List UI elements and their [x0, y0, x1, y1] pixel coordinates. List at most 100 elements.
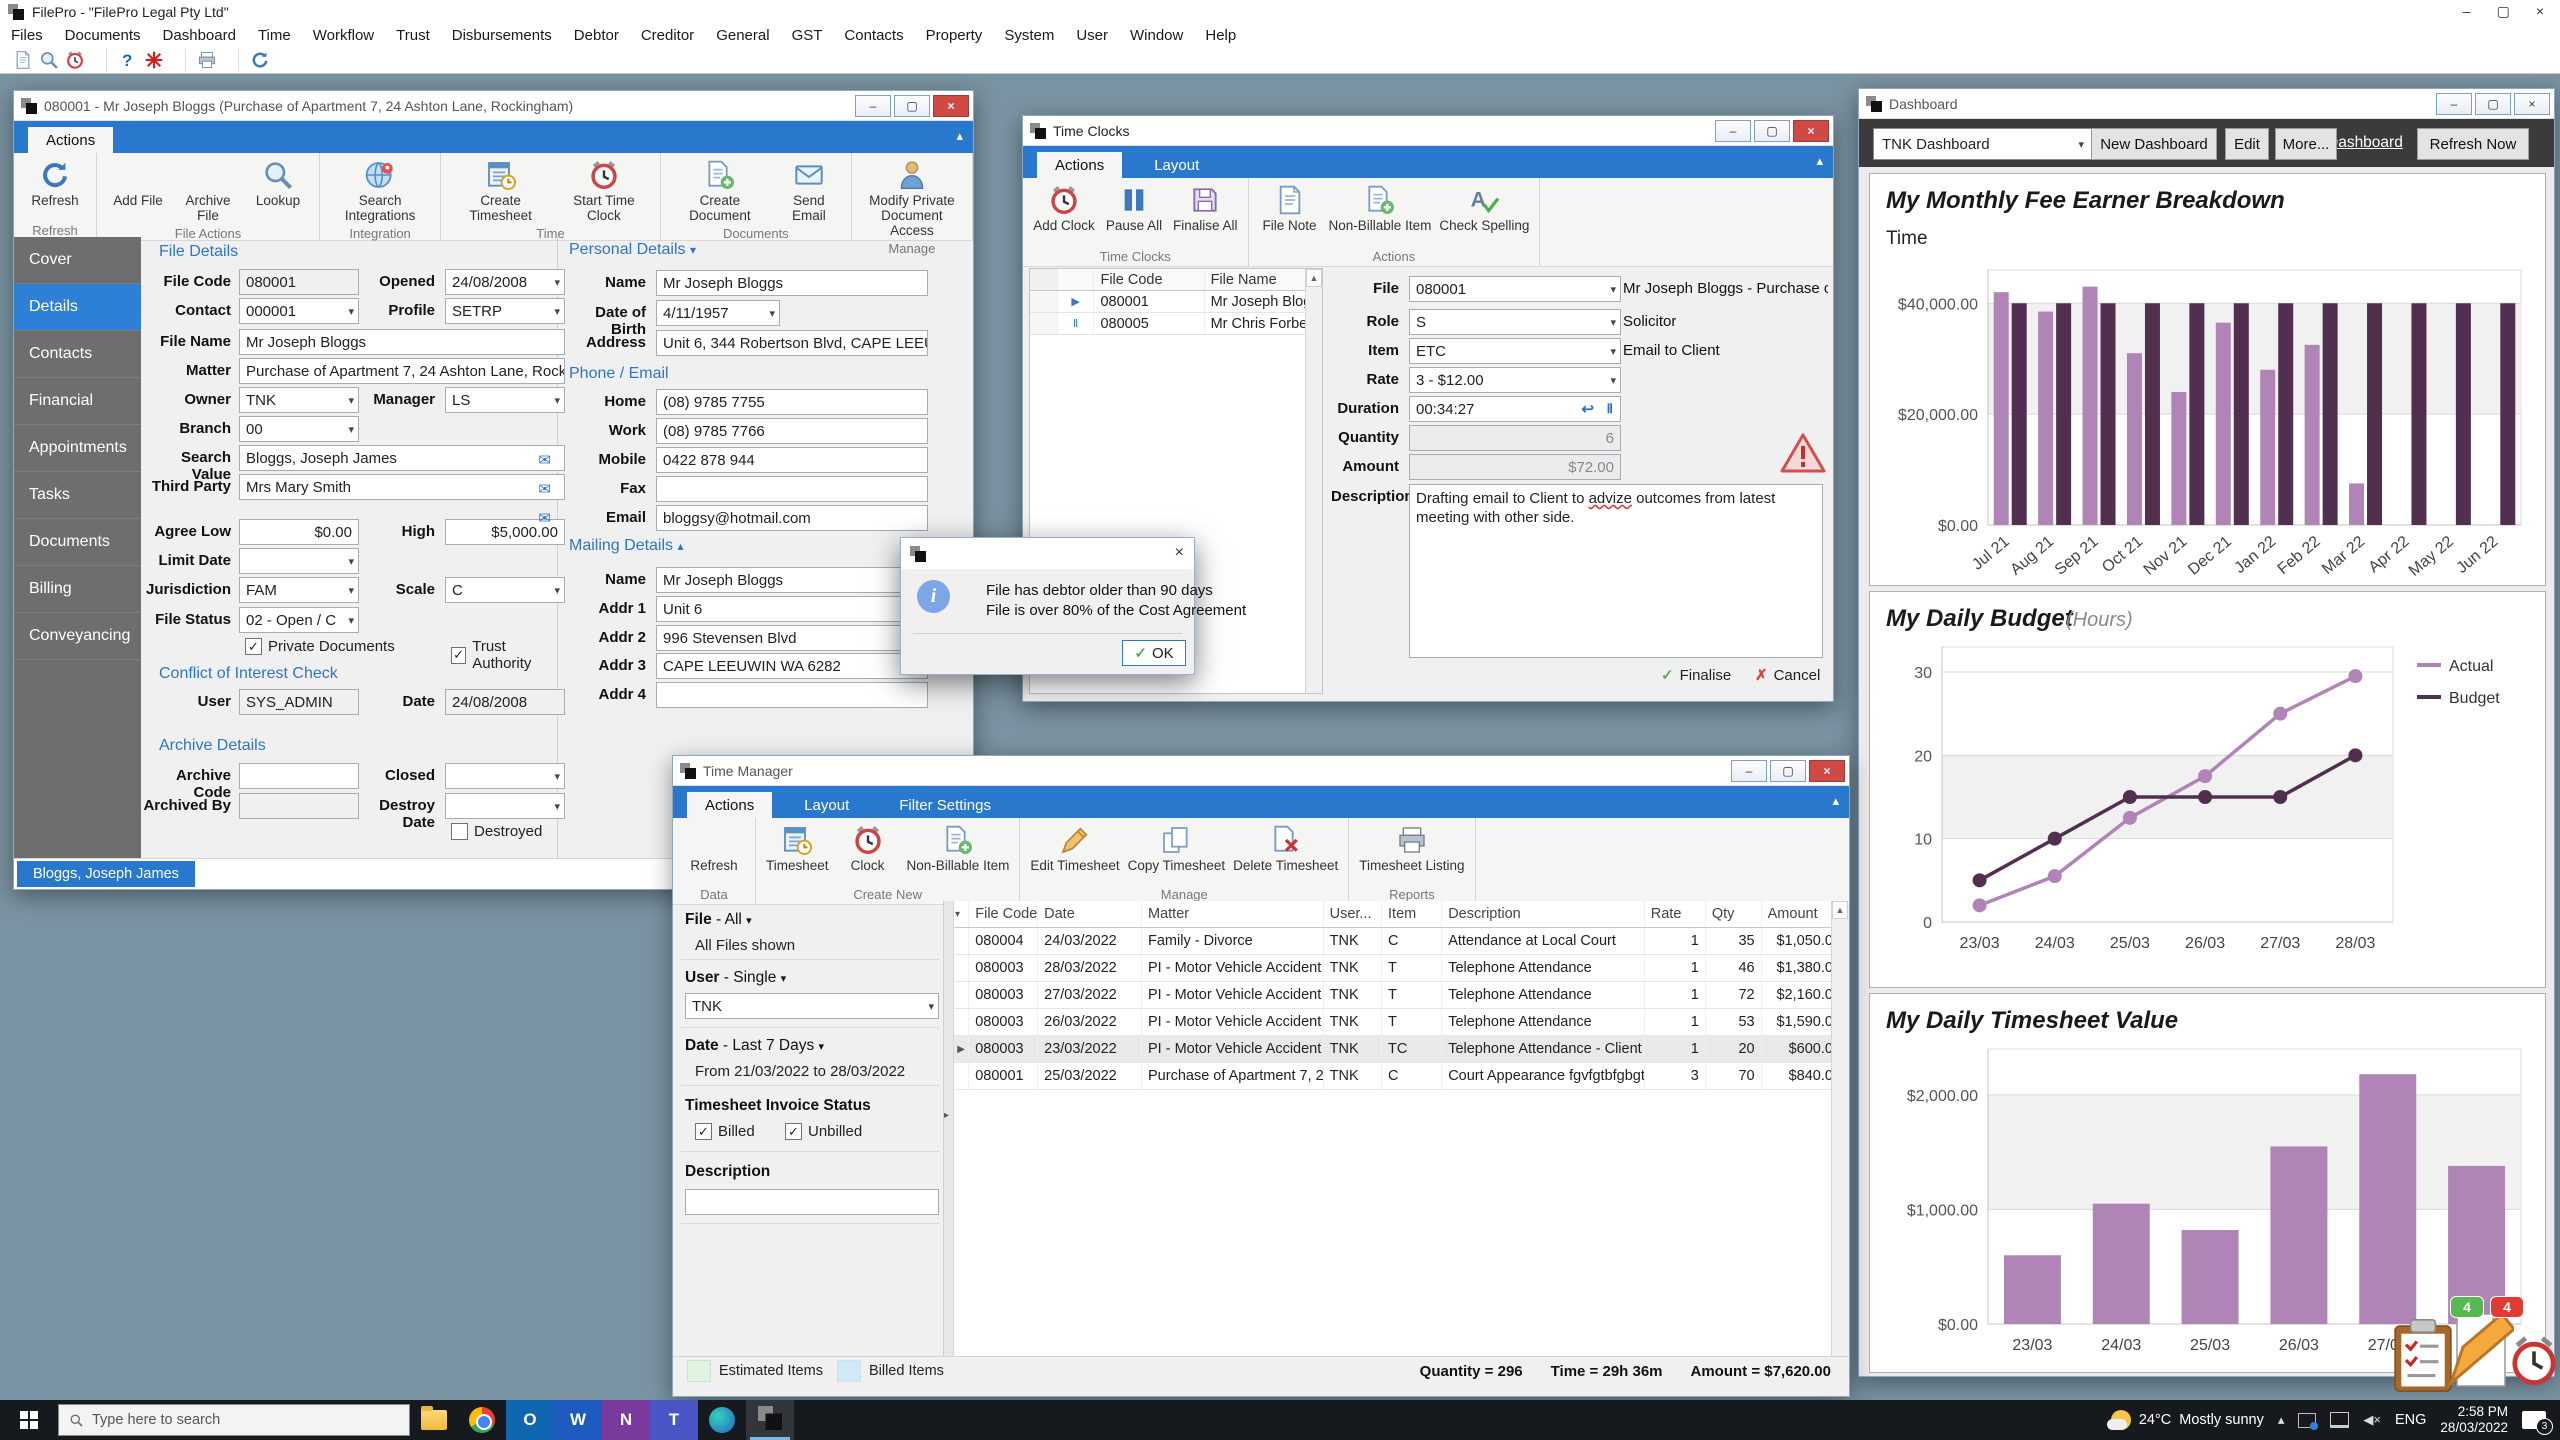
maximize-button[interactable]: ▢	[2475, 93, 2511, 115]
email-icon[interactable]: ✉	[538, 480, 551, 498]
refresh-icon[interactable]	[238, 49, 273, 71]
tray-expand-icon[interactable]: ▴	[2278, 1412, 2285, 1428]
file-name-field[interactable]: Mr Joseph Bloggs	[239, 329, 565, 355]
ribbon-button[interactable]: Search Integrations	[326, 157, 434, 225]
collapse-section-icon[interactable]: ▾	[690, 243, 696, 257]
clock-description-field[interactable]: Drafting email to Client to advize outco…	[1409, 484, 1823, 658]
minimize-button[interactable]: –	[1731, 760, 1767, 782]
finalise-button[interactable]: ✓Finalise	[1661, 666, 1731, 684]
ribbon-button[interactable]: File Note	[1255, 182, 1325, 248]
new-dashboard-button[interactable]: New Dashboard	[2091, 128, 2217, 160]
weather-widget[interactable]: 24°CMostly sunny	[2111, 1410, 2264, 1430]
word-icon[interactable]: W	[554, 1400, 602, 1440]
menu-item[interactable]: Time	[247, 27, 302, 44]
pause-icon[interactable]: Ⅱ	[1607, 401, 1613, 417]
unbilled-checkbox[interactable]: ✓Unbilled	[785, 1123, 862, 1140]
search-icon[interactable]	[36, 49, 62, 71]
col-description[interactable]: Description	[1442, 901, 1645, 927]
close-button[interactable]: ×	[2514, 93, 2550, 115]
ribbon-button[interactable]: Edit Timesheet	[1026, 822, 1123, 886]
start-button[interactable]	[0, 1400, 58, 1440]
ribbon-button[interactable]: Check Spelling	[1435, 182, 1533, 248]
menu-item[interactable]: Help	[1194, 27, 1247, 44]
ribbon-button[interactable]: Non-Billable Item	[1325, 182, 1436, 248]
undo-icon[interactable]: ↩	[1581, 400, 1594, 418]
screen-share-icon[interactable]	[2298, 1413, 2316, 1428]
taskbar-clock[interactable]: 2:58 PM28/03/2022	[2440, 1404, 2508, 1436]
third-party-field[interactable]: Mrs Mary Smith	[239, 474, 565, 500]
collapse-ribbon-icon[interactable]: ▴	[1816, 153, 1823, 169]
file-window-title-bar[interactable]: 080001 - Mr Joseph Bloggs (Purchase of A…	[14, 91, 973, 121]
search-value-field[interactable]: Bloggs, Joseph James	[239, 445, 565, 471]
tab[interactable]: Actions	[687, 792, 772, 818]
destroyed-checkbox[interactable]: ✓Destroyed	[451, 823, 542, 840]
ribbon-button[interactable]: Lookup	[243, 157, 313, 225]
filter-date[interactable]: Date - Last 7 Days ▾	[685, 1037, 824, 1055]
app-minimize-button[interactable]: –	[2463, 3, 2471, 19]
time-clocks-title-bar[interactable]: Time Clocks – ▢ ×	[1023, 116, 1833, 146]
time-clock-icon[interactable]	[62, 49, 88, 71]
col-user[interactable]: User...	[1324, 901, 1382, 927]
network-icon[interactable]	[2330, 1412, 2349, 1428]
maximize-button[interactable]: ▢	[1770, 760, 1806, 782]
owner-field[interactable]: TNK▾	[239, 387, 359, 413]
timesheet-row[interactable]: 080003 28/03/2022 PI - Motor Vehicle Acc…	[954, 955, 1848, 982]
personal-name-field[interactable]: Mr Joseph Bloggs	[656, 270, 928, 296]
ribbon-button[interactable]: Clock	[833, 822, 903, 886]
file-explorer-icon[interactable]	[410, 1400, 458, 1440]
close-button[interactable]: ×	[933, 95, 969, 117]
jurisdiction-field[interactable]: FAM▾	[239, 577, 359, 603]
duration-field[interactable]: 00:34:27↩Ⅱ	[1409, 396, 1621, 422]
chrome-icon[interactable]	[458, 1400, 506, 1440]
branch-field[interactable]: 00▾	[239, 416, 359, 442]
clock-item-field[interactable]: ETC▾	[1409, 338, 1621, 364]
filter-user[interactable]: User - Single ▾	[685, 969, 786, 987]
menu-item[interactable]: Property	[915, 27, 994, 44]
sidebar-item[interactable]: Tasks	[14, 472, 141, 519]
agree-low-field[interactable]: $0.00	[239, 519, 359, 545]
filter-icon[interactable]: ▾	[954, 901, 969, 927]
menu-item[interactable]: Files	[0, 27, 54, 44]
menu-item[interactable]: Dashboard	[152, 27, 247, 44]
menu-item[interactable]: GST	[781, 27, 834, 44]
col-item[interactable]: Item	[1382, 901, 1442, 927]
ribbon-button[interactable]: Start Time Clock	[554, 157, 654, 225]
billed-checkbox[interactable]: ✓Billed	[695, 1123, 755, 1140]
timesheet-row[interactable]: 080003 26/03/2022 PI - Motor Vehicle Acc…	[954, 1009, 1848, 1036]
collapse-ribbon-icon[interactable]: ▴	[1832, 793, 1839, 809]
tab[interactable]: Actions	[1037, 152, 1122, 178]
edge-icon[interactable]	[698, 1400, 746, 1440]
tab[interactable]: Layout	[786, 792, 867, 818]
ribbon-button[interactable]: Create Document	[667, 157, 773, 225]
col-qty[interactable]: Qty	[1706, 901, 1762, 927]
taskbar-search[interactable]: Type here to search	[58, 1404, 410, 1436]
clock-row[interactable]: Ⅱ080005Mr Chris Forbes	[1030, 313, 1322, 335]
col-matter[interactable]: Matter	[1142, 901, 1324, 927]
menu-item[interactable]: Workflow	[302, 27, 385, 44]
trust-authority-checkbox[interactable]: ✓Trust Authority	[451, 638, 557, 672]
app-close-button[interactable]: ×	[2536, 3, 2544, 19]
file-status-field[interactable]: 02 - Open / C▾	[239, 607, 359, 633]
ribbon-button[interactable]: Delete Timesheet	[1229, 822, 1342, 886]
file-code-field[interactable]: 080001	[239, 269, 359, 295]
clock-role-field[interactable]: S▾	[1409, 309, 1621, 335]
edit-button[interactable]: Edit	[2225, 128, 2269, 160]
phone-work-field[interactable]: (08) 9785 7766	[656, 418, 928, 444]
private-documents-checkbox[interactable]: ✓Private Documents	[245, 638, 395, 655]
ok-button[interactable]: ✓OK	[1122, 640, 1186, 666]
menu-item[interactable]: Debtor	[563, 27, 630, 44]
col-rate[interactable]: Rate	[1645, 901, 1706, 927]
menu-item[interactable]: Creditor	[630, 27, 705, 44]
destroy-date-field[interactable]: ▾	[445, 793, 565, 819]
grid-scrollbar[interactable]: ▲	[1305, 269, 1322, 693]
refresh-now-button[interactable]: Refresh Now	[2417, 128, 2529, 160]
dashboard-title-bar[interactable]: Dashboard – ▢ ×	[1859, 89, 2554, 119]
manager-field[interactable]: LS▾	[445, 387, 565, 413]
ribbon-button[interactable]: Timesheet	[762, 822, 833, 886]
ribbon-button[interactable]: Non-Billable Item	[903, 822, 1014, 886]
ribbon-button[interactable]: Pause All	[1099, 182, 1169, 248]
addr2-field[interactable]: 996 Stevensen Blvd	[656, 625, 928, 651]
document-icon[interactable]	[10, 49, 36, 71]
ribbon-button[interactable]: Finalise All	[1169, 182, 1242, 248]
filter-file[interactable]: File - All ▾	[685, 911, 752, 929]
